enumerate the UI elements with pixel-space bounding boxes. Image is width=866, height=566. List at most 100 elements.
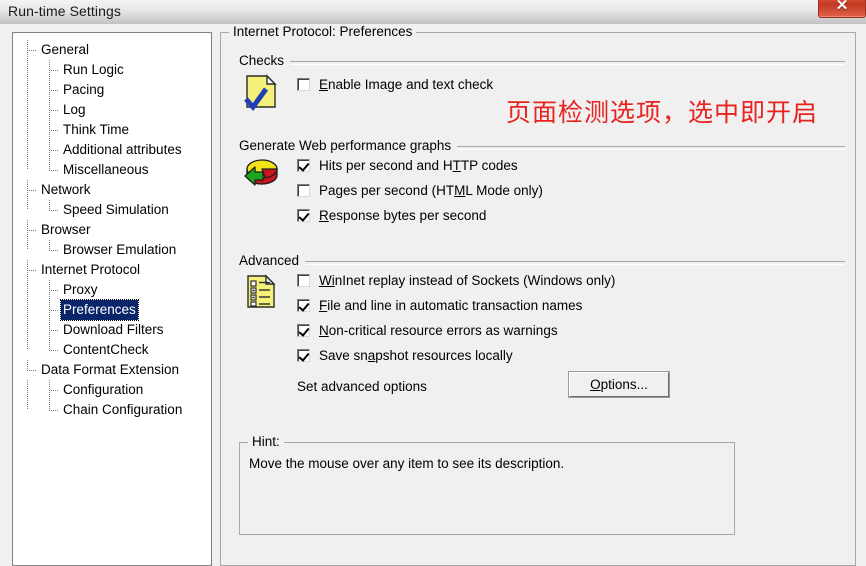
tree-item-label: Download Filters: [63, 322, 164, 337]
yellow-document-check-icon: [241, 71, 281, 112]
label-hits-per-second: Hits per second and HTTP codes: [319, 157, 518, 173]
tree-item-speed-simulation[interactable]: Speed Simulation: [13, 200, 211, 220]
advanced-section-label: Advanced: [239, 253, 306, 268]
tree-item-label: Speed Simulation: [63, 202, 169, 217]
tree-connector-horizontal: [27, 50, 37, 51]
tree-item-additional-attributes[interactable]: Additional attributes: [13, 140, 211, 160]
checkbox-row-non-critical-errors[interactable]: Non-critical resource errors as warnings: [297, 321, 558, 339]
options-button-label: Options...: [590, 377, 648, 392]
tree-connector-vertical: [27, 140, 28, 160]
tree-connector-horizontal: [49, 330, 59, 331]
label-response-bytes-per-second: Response bytes per second: [319, 207, 487, 223]
tree-connector-horizontal: [49, 290, 59, 291]
tree-item-browser[interactable]: Browser: [13, 220, 211, 240]
tree-item-think-time[interactable]: Think Time: [13, 120, 211, 140]
panel-title: Internet Protocol: Preferences: [229, 24, 417, 39]
tree-connector-horizontal: [49, 90, 59, 91]
settings-tree: General Run Logic Pacing Log Think Time Addit…: [13, 33, 211, 420]
tree-connector-vertical: [27, 60, 28, 80]
tree-item-label: Data Format Extension: [41, 362, 180, 377]
checkbox-enable-image-text-check[interactable]: [297, 77, 310, 91]
tree-connector-horizontal: [49, 130, 59, 131]
tree-item-log[interactable]: Log: [13, 100, 211, 120]
tree-connector-vertical: [49, 400, 50, 410]
tree-connector-horizontal: [49, 410, 59, 411]
tree-item-miscellaneous[interactable]: Miscellaneous: [13, 160, 211, 180]
tree-item-label: Chain Configuration: [63, 402, 183, 417]
label-pages-per-second: Pages per second (HTML Mode only): [319, 182, 543, 198]
close-button[interactable]: ✕: [818, 0, 866, 18]
tree-connector-vertical: [27, 100, 28, 120]
checkbox-row-save-snapshot[interactable]: Save snapshot resources locally: [297, 346, 513, 364]
checkbox-file-and-line[interactable]: [297, 298, 310, 312]
options-button[interactable]: Options...: [569, 372, 669, 397]
window-title: Run-time Settings: [8, 3, 121, 19]
tree-connector-horizontal: [49, 70, 59, 71]
label-wininet-replay: WinInet replay instead of Sockets (Windo…: [319, 272, 616, 288]
tree-connector-horizontal: [49, 170, 59, 171]
tree-item-data-format-extension[interactable]: Data Format Extension: [13, 360, 211, 380]
tree-connector-vertical: [49, 240, 50, 250]
tree-connector-vertical: [27, 240, 28, 250]
settings-tree-panel[interactable]: General Run Logic Pacing Log Think Time Addit…: [12, 32, 212, 566]
tree-connector-horizontal: [27, 270, 37, 271]
tree-item-contentcheck[interactable]: ContentCheck: [13, 340, 211, 360]
tree-item-label: Proxy: [63, 282, 98, 297]
tree-item-label: Browser: [41, 222, 91, 237]
tree-item-internet-protocol[interactable]: Internet Protocol: [13, 260, 211, 280]
advanced-separator: [239, 261, 845, 265]
tree-connector-vertical: [27, 120, 28, 140]
tree-item-network[interactable]: Network: [13, 180, 211, 200]
checkbox-response-bytes-per-second[interactable]: [297, 208, 310, 222]
checklist-document-icon: [241, 271, 281, 311]
checkbox-save-snapshot[interactable]: [297, 348, 310, 362]
tree-connector-horizontal: [27, 230, 37, 231]
tree-item-chain-configuration[interactable]: Chain Configuration: [13, 400, 211, 420]
tree-connector-vertical: [27, 300, 28, 320]
tree-item-label: Miscellaneous: [63, 162, 149, 177]
tree-item-general[interactable]: General: [13, 40, 211, 60]
hint-box: Hint: Move the mouse over any item to se…: [239, 434, 735, 535]
tree-item-label: Pacing: [63, 82, 105, 97]
checkbox-hits-per-second[interactable]: [297, 158, 310, 172]
hint-title: Hint:: [248, 434, 284, 449]
checkbox-row-wininet-replay[interactable]: WinInet replay instead of Sockets (Windo…: [297, 271, 615, 289]
tree-item-label: Log: [63, 102, 86, 117]
tree-connector-horizontal: [27, 370, 37, 371]
tree-item-download-filters[interactable]: Download Filters: [13, 320, 211, 340]
checkbox-row-pages-per-second[interactable]: Pages per second (HTML Mode only): [297, 181, 543, 199]
tree-connector-horizontal: [49, 250, 59, 251]
runtime-settings-dialog: Run-time Settings ✕ General Run Logic Paci…: [0, 0, 866, 566]
tree-item-label: Browser Emulation: [63, 242, 177, 257]
tree-item-run-logic[interactable]: Run Logic: [13, 60, 211, 80]
checkbox-non-critical-errors[interactable]: [297, 323, 310, 337]
tree-item-proxy[interactable]: Proxy: [13, 280, 211, 300]
close-icon: ✕: [835, 0, 849, 14]
hint-text: Move the mouse over any item to see its …: [249, 456, 565, 471]
tree-connector-horizontal: [49, 210, 59, 211]
checkbox-row-enable-image-text-check[interactable]: Enable Image and text check: [297, 75, 493, 93]
checkbox-row-file-and-line[interactable]: File and line in automatic transaction n…: [297, 296, 582, 314]
tree-item-configuration[interactable]: Configuration: [13, 380, 211, 400]
tree-item-preferences[interactable]: Preferences: [13, 299, 211, 321]
tree-connector-vertical: [27, 340, 28, 350]
tree-connector-horizontal: [49, 390, 59, 391]
tree-connector-vertical: [27, 400, 28, 410]
checkbox-row-hits-per-second[interactable]: Hits per second and HTTP codes: [297, 156, 518, 174]
advanced-section: Advanced WinInet replay instead of Socke…: [221, 253, 857, 397]
checkbox-pages-per-second[interactable]: [297, 183, 310, 197]
checkbox-wininet-replay[interactable]: [297, 273, 310, 287]
window-titlebar: Run-time Settings ✕: [0, 0, 866, 25]
tree-item-label: Preferences: [60, 299, 139, 321]
label-save-snapshot: Save snapshot resources locally: [319, 347, 513, 363]
tree-item-pacing[interactable]: Pacing: [13, 80, 211, 100]
checks-separator: [239, 61, 845, 65]
tree-connector-horizontal: [49, 350, 59, 351]
tree-item-browser-emulation[interactable]: Browser Emulation: [13, 240, 211, 260]
label-file-and-line: File and line in automatic transaction n…: [319, 297, 583, 313]
checkbox-row-response-bytes-per-second[interactable]: Response bytes per second: [297, 206, 486, 224]
dialog-body: General Run Logic Pacing Log Think Time Addit…: [0, 24, 866, 566]
checks-section: Checks Enable Image and text check: [221, 53, 857, 112]
tree-connector-horizontal: [49, 110, 59, 111]
tree-item-label: General: [41, 42, 90, 57]
